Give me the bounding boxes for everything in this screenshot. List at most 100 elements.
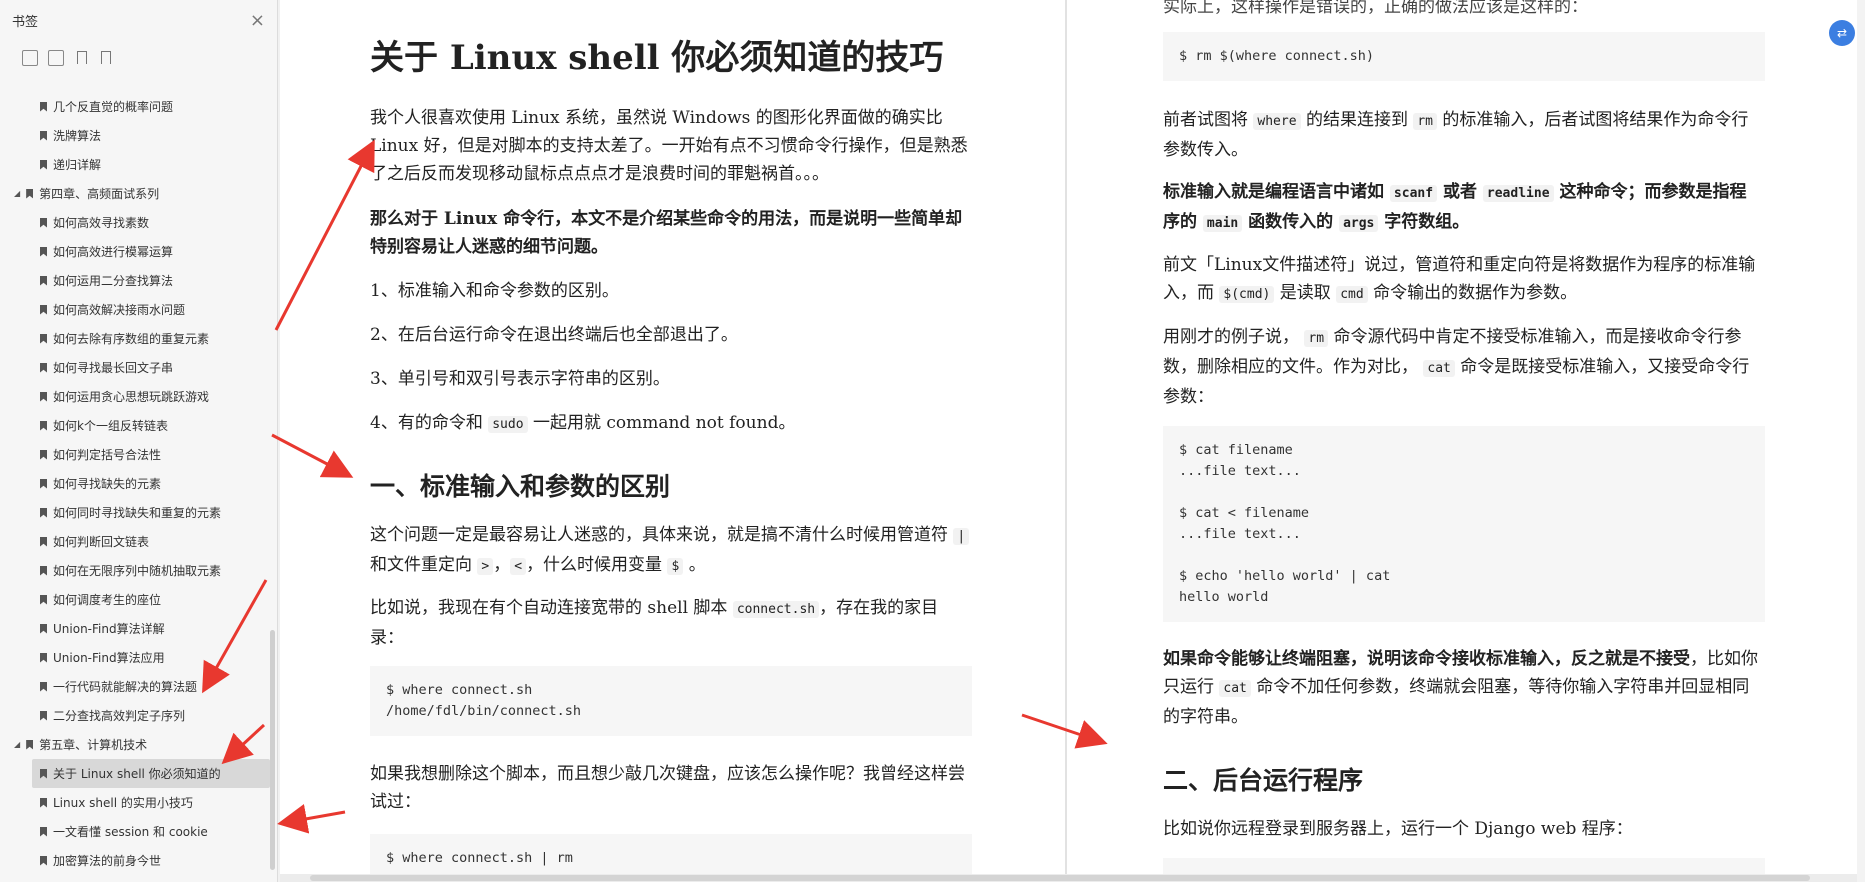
bookmark-label: 如何高效进行模幂运算 [53,245,174,259]
bookmark-label: 洗牌算法 [53,129,102,143]
document-page-left: 关于 Linux shell 你必须知道的技巧 我个人很喜欢使用 Linux 系… [280,0,1065,882]
bookmark-icon [40,101,47,112]
add-bookmark-icon[interactable] [74,51,88,65]
scrollbar-thumb[interactable] [310,875,1810,881]
close-icon[interactable]: × [250,10,265,31]
bookmark-icon [26,188,34,199]
bookmark-icon [40,710,47,721]
article-title: 关于 Linux shell 你必须知道的技巧 [370,38,944,78]
bookmark-item[interactable]: 二分查找高效判定子序列 [0,701,268,730]
bookmark-icon [40,449,47,460]
bookmark-item[interactable]: 如何高效进行模幂运算 [0,237,268,266]
bookmark-label: 第四章、高频面试系列 [39,187,160,201]
bookmark-label: 如何k个一组反转链表 [53,419,168,433]
bookmark-item[interactable]: 如何高效寻找素数 [0,208,268,237]
bookmark-label: Union-Find算法应用 [53,651,165,665]
bookmark-icon [40,130,47,141]
bookmark-icon [40,681,47,692]
collapse-all-icon[interactable] [48,50,64,66]
bookmark-icon [40,333,47,344]
intro-paragraph: 我个人很喜欢使用 Linux 系统，虽然说 Windows 的图形化界面做的确实… [370,108,968,184]
bookmark-label: 如何判定括号合法性 [53,448,162,462]
bookmark-icon [40,565,47,576]
bookmark-label: 如何调度考生的座位 [53,593,162,607]
bookmark-label: 如何高效解决接雨水问题 [53,303,186,317]
bookmark-chapter[interactable]: ◢ 第四章、高频面试系列 [0,179,268,208]
bookmark-item[interactable]: 如何运用二分查找算法 [0,266,268,295]
bookmark-item[interactable]: 如何寻找最长回文子串 [0,353,268,382]
code-block: $ cat filename ...file text... $ cat < f… [1163,426,1765,622]
bookmark-sidebar: 书签 × 几个反直觉的概率问题 洗牌算法递归详解 ◢ 第四章、高频面试系列 如何高效寻找… [0,0,278,882]
bookmark-item[interactable]: Union-Find算法应用 [0,643,268,672]
sidebar-header: 书签 × [0,0,277,40]
code-block: $ where connect.sh /home/fdl/bin/connect… [370,666,972,736]
bookmark-label: 如何运用贪心思想玩跳跃游戏 [53,390,210,404]
section-heading-2: 二、后台运行程序 [1163,766,1364,795]
bookmark-icon [40,275,47,286]
bookmark-icon [40,246,47,257]
bookmark-item[interactable]: 递归详解 [0,150,268,179]
bookmark-label: 如何判断回文链表 [53,535,150,549]
sidebar-toolbar [0,40,277,76]
section-heading-1: 一、标准输入和参数的区别 [370,472,671,501]
vertical-scrollbar[interactable] [1857,0,1865,882]
bookmark-label: 如何同时寻找缺失和重复的元素 [53,506,222,520]
bookmark-chapter[interactable]: ◢ 第五章、计算机技术 [0,730,268,759]
bookmark-icon [26,739,34,750]
bookmark-item[interactable]: 如何在无限序列中随机抽取元素 [0,556,268,585]
list-item: 4、有的命令和 sudo 一起用就 command not found。 [370,413,796,433]
bookmark-label: 递归详解 [53,158,102,172]
paragraph: 比如说你远程登录到服务器上，运行一个 Django web 程序： [1163,819,1633,839]
bookmark-label: 加密算法的前身今世 [53,854,162,868]
bookmark-label: 一行代码就能解决的算法题 [53,680,198,694]
bookmark-item[interactable]: 关于 Linux shell 你必须知道的 [32,759,270,788]
bookmark-list: 几个反直觉的概率问题 洗牌算法递归详解 ◢ 第四章、高频面试系列 如何高效寻找素数如何高… [0,92,270,875]
bookmark-item[interactable]: 如何判定括号合法性 [0,440,268,469]
bookmark-label: 如何寻找最长回文子串 [53,361,174,375]
bookmark-item[interactable]: 如何高效解决接雨水问题 [0,295,268,324]
bookmark-icon [40,768,47,779]
bookmark-icon[interactable] [98,51,112,65]
bookmark-item[interactable]: Linux shell 的实用小技巧 [0,788,268,817]
expand-triangle-icon[interactable]: ◢ [14,189,20,198]
bookmark-label: 如何去除有序数组的重复元素 [53,332,210,346]
bookmark-label: 几个反直觉的概率问题 [53,100,174,114]
paragraph: 如果命令能够让终端阻塞，说明该命令接收标准输入，反之就是不接受，比如你只运行 c… [1163,649,1758,727]
bookmark-item[interactable]: 如何运用贪心思想玩跳跃游戏 [0,382,268,411]
bookmark-label: 如何运用二分查找算法 [53,274,174,288]
bookmark-item[interactable]: 加密算法的前身今世 [0,846,268,875]
bookmark-label: 如何高效寻找素数 [53,216,150,230]
bookmark-icon [40,362,47,373]
bookmark-item[interactable]: 如何寻找缺失的元素 [0,469,268,498]
expand-all-icon[interactable] [22,50,38,66]
bookmark-icon [40,159,47,170]
bookmark-icon [40,217,47,228]
list-item: 1、标准输入和命令参数的区别。 [370,281,619,301]
sidebar-scrollbar[interactable] [270,630,275,870]
bold-intro: 那么对于 Linux 命令行，本文不是介绍某些命令的用法，而是说明一些简单却特别… [370,209,963,257]
expand-triangle-icon[interactable]: ◢ [14,740,20,749]
bookmark-icon [40,536,47,547]
bookmark-item[interactable]: 如何调度考生的座位 [0,585,268,614]
bookmark-item[interactable]: 如何k个一组反转链表 [0,411,268,440]
sidebar-title: 书签 [12,14,39,30]
list-item: 2、在后台运行命令在退出终端后也全部退出了。 [370,325,738,345]
horizontal-scrollbar[interactable] [280,874,1857,882]
bookmark-item[interactable]: 如何判断回文链表 [0,527,268,556]
bookmark-label: 关于 Linux shell 你必须知道的 [53,767,221,781]
bookmark-item[interactable]: Union-Find算法详解 [0,614,268,643]
bookmark-item[interactable]: 如何同时寻找缺失和重复的元素 [0,498,268,527]
bookmark-item[interactable]: 一行代码就能解决的算法题 [0,672,268,701]
bookmark-icon [40,797,47,808]
bookmark-item[interactable]: 如何去除有序数组的重复元素 [0,324,268,353]
bookmark-icon [40,826,47,837]
paragraph: 如果我想删除这个脚本，而且想少敲几次键盘，应该怎么操作呢？我曾经这样尝试过： [370,764,965,812]
bookmark-item[interactable]: 洗牌算法 [0,121,268,150]
bookmark-item[interactable]: 几个反直觉的概率问题 [0,92,268,121]
bookmark-icon [40,391,47,402]
translate-icon[interactable]: ⇄ [1829,20,1855,46]
paragraph: 用刚才的例子说， rm 命令源代码中肯定不接受标准输入，而是接收命令行参数，删除… [1163,327,1750,407]
bookmark-label: 如何寻找缺失的元素 [53,477,162,491]
bookmark-label: 第五章、计算机技术 [39,738,148,752]
bookmark-item[interactable]: 一文看懂 session 和 cookie [0,817,268,846]
